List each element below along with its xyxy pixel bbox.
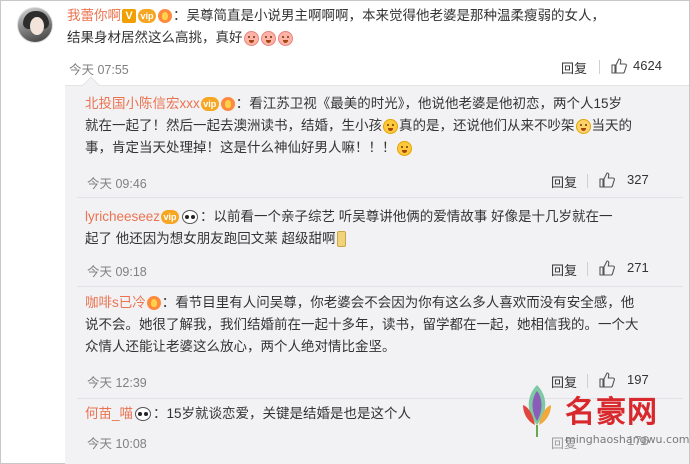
- reply-text: ：看江苏卫视《最美的时光》，他说他老婆是他初恋，两个人15岁: [235, 96, 623, 111]
- emoji-icon: [575, 118, 591, 134]
- comment-time: 今天 07:55: [69, 63, 129, 77]
- thumbs-up-icon[interactable]: [611, 58, 627, 74]
- avatar[interactable]: [17, 7, 53, 43]
- reply-text: 说不会。她很了解我，我们结婚前在一起十多年，读书，留学都在一起，她相信我的。一个…: [85, 317, 639, 332]
- like-count: 327: [627, 172, 649, 187]
- reply-time: 今天 09:18: [87, 265, 147, 279]
- reply-text: 真的是，还说他们从来不吵架: [399, 118, 575, 133]
- emoji-icon: [383, 118, 398, 134]
- reply-username[interactable]: 何苗_喵: [85, 406, 133, 421]
- vip-badge-icon: vip: [200, 97, 219, 112]
- emoji-icon: [396, 140, 412, 156]
- watermark-url: minghaoshangwu.com: [565, 433, 690, 446]
- verified-v-icon: V: [122, 9, 136, 24]
- like-count: 271: [627, 260, 649, 275]
- emoji-icon: [243, 30, 259, 46]
- reply-body: lyricheeseez vip ：以前看一个亲子综艺 听吴尊讲他俩的爱情故事 好像…: [85, 206, 687, 250]
- reply-button[interactable]: 回复: [551, 260, 577, 279]
- panda-badge-icon: [135, 407, 152, 422]
- divider: [77, 197, 683, 198]
- comment-text: 结果身材居然这么高挑，真好: [67, 30, 243, 45]
- reply-username[interactable]: lyricheeseez: [85, 209, 160, 224]
- leaf-logo-icon: [523, 385, 551, 437]
- divider: [587, 174, 588, 188]
- reply-time: 今天 10:08: [87, 437, 147, 451]
- reply-text: ：以前看一个亲子综艺 听吴尊讲他俩的爱情故事 好像是十几岁就在一: [200, 209, 613, 224]
- divider: [77, 286, 683, 287]
- divider: [599, 60, 600, 74]
- comment-text: ：吴尊简直是小说男主啊啊啊，本来觉得他老婆是那种温柔瘦弱的女人，: [173, 8, 605, 23]
- comment-feed: 我蕾你啊 Vvip ：吴尊简直是小说男主啊啊啊，本来觉得他老婆是那种温柔瘦弱的女人，…: [0, 0, 690, 464]
- fan-level-icon: [220, 97, 235, 112]
- reply-text: ：看节目里有人问吴尊，你老婆会不会因为你有这么多人喜欢而没有安全感，他: [161, 295, 635, 310]
- reply-username[interactable]: 北投国小陈信宏xxx: [85, 96, 200, 111]
- reply-username[interactable]: 咖啡s已冷: [85, 295, 146, 310]
- reply-body: 咖啡s已冷 ：看节目里有人问吴尊，你老婆会不会因为你有这么多人喜欢而没有安全感，他…: [85, 292, 687, 358]
- emoji-icon: [277, 30, 293, 46]
- reply-text: 起了 他还因为想女朋友跑回文莱 超级甜啊: [85, 231, 336, 246]
- reply-body: 何苗_喵 ：15岁就谈恋爱，关键是结婚是也是这个人: [85, 403, 525, 425]
- site-watermark: 名豪网 minghaoshangwu.com: [513, 381, 690, 464]
- reply-text: ：15岁就谈恋爱，关键是结婚是也是这个人: [153, 406, 412, 421]
- reply-text: 事，肯定当天处理掉！这是什么神仙好男人嘛！！！: [85, 140, 396, 155]
- reply-button[interactable]: 回复: [561, 58, 587, 77]
- panda-badge-icon: [182, 210, 199, 225]
- reply-text: 众情人还能让老婆这么放心，两个人绝对情比金坚。: [85, 339, 396, 354]
- watermark-title: 名豪网: [565, 395, 658, 430]
- thumbs-up-icon[interactable]: [599, 172, 615, 188]
- fan-level-icon: [158, 9, 172, 24]
- fan-level-icon: [146, 296, 161, 311]
- main-comment: 我蕾你啊 Vvip ：吴尊简直是小说男主啊啊啊，本来觉得他老婆是那种温柔瘦弱的女人，…: [1, 1, 690, 81]
- comment-username[interactable]: 我蕾你啊: [67, 8, 121, 23]
- comment-body: 我蕾你啊 Vvip ：吴尊简直是小说男主啊啊啊，本来觉得他老婆是那种温柔瘦弱的女人，…: [67, 5, 687, 49]
- reply-body: 北投国小陈信宏xxx vip ：看江苏卫视《最美的时光》，他说他老婆是他初恋，两个人…: [85, 93, 687, 159]
- divider: [587, 262, 588, 276]
- reply-text: 当天的: [591, 118, 633, 133]
- emoji-icon: [336, 231, 346, 248]
- reply-time: 今天 12:39: [87, 376, 147, 390]
- reply-time: 今天 09:46: [87, 177, 147, 191]
- reply-button[interactable]: 回复: [551, 172, 577, 191]
- reply-text: 就在一起了！然后一起去澳洲读书，结婚，生小孩: [85, 118, 382, 133]
- vip-badge-icon: vip: [138, 9, 156, 24]
- like-count: 4624: [633, 58, 662, 73]
- emoji-icon: [260, 30, 276, 46]
- vip-badge-icon: vip: [161, 210, 180, 225]
- thumbs-up-icon[interactable]: [599, 260, 615, 276]
